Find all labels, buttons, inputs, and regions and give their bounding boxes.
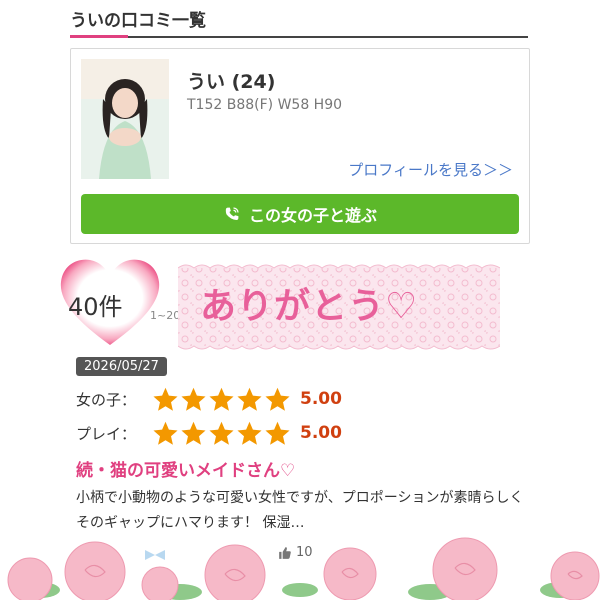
rose-decoration — [0, 530, 600, 604]
review-count: 40件 — [68, 293, 123, 321]
star-icon — [237, 421, 262, 445]
page-header: ういの口コミ一覧 — [70, 0, 528, 38]
star-icon — [265, 387, 290, 411]
star-rating — [152, 420, 292, 447]
review-date-badge: 2026/05/27 — [76, 357, 167, 376]
play-button-label: この女の子と遊ぶ — [248, 206, 377, 225]
star-icon — [181, 421, 206, 445]
star-icon — [181, 387, 206, 411]
rating-row-play: プレイ： 5.00 — [76, 419, 342, 447]
star-icon — [209, 421, 234, 445]
review-body: 小柄で小動物のような可愛い女性ですが、プロポーションが素晴らしくそのギャップにハ… — [76, 490, 524, 531]
play-with-girl-button[interactable]: この女の子と遊ぶ — [81, 194, 519, 234]
page-title: ういの口コミ一覧 — [70, 11, 206, 31]
thanks-text: ありがとう♡ — [200, 286, 419, 327]
rating-score: 5.00 — [300, 423, 342, 443]
profile-specs: T152 B88(F) W58 H90 — [187, 97, 343, 113]
review-title[interactable]: 続・猫の可愛いメイドさん♡ — [76, 456, 295, 481]
profile-card: うい (24) T152 B88(F) W58 H90 プロフィールを見る＞＞ … — [70, 48, 530, 244]
star-rating — [152, 386, 292, 413]
view-profile-link[interactable]: プロフィールを見る＞＞ — [348, 159, 513, 180]
header-divider — [70, 36, 528, 38]
rating-row-girl: 女の子： 5.00 — [76, 385, 342, 413]
header-accent-bar — [70, 35, 128, 38]
like-count: 10 — [296, 545, 313, 560]
like-button[interactable]: 10 — [278, 545, 313, 560]
star-icon — [153, 387, 178, 411]
star-icon — [265, 421, 290, 445]
phone-icon — [225, 207, 239, 220]
star-icon — [153, 421, 178, 445]
thumbs-up-icon — [279, 546, 291, 559]
rating-score: 5.00 — [300, 389, 342, 409]
profile-photo[interactable] — [81, 59, 169, 179]
rating-label: プレイ： — [76, 424, 137, 443]
star-icon — [237, 387, 262, 411]
rating-label: 女の子： — [76, 390, 137, 409]
profile-name: うい (24) — [187, 71, 276, 93]
star-icon — [209, 387, 234, 411]
